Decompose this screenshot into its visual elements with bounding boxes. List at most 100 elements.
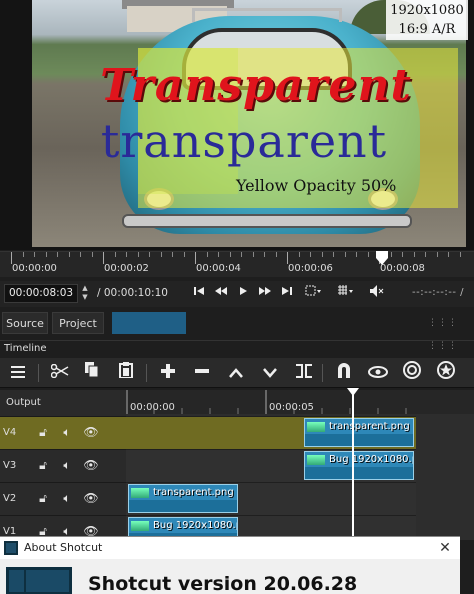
current-timecode-field[interactable]: 00:00:08:03 bbox=[4, 284, 78, 303]
video-preview[interactable]: Transparent transparent Yellow Opacity 5… bbox=[0, 0, 474, 250]
clip-v2[interactable]: transparent.png bbox=[128, 484, 238, 513]
ruler-minor-tick bbox=[160, 252, 162, 257]
ruler-minor-tick bbox=[413, 252, 415, 257]
tab-source[interactable]: Source bbox=[2, 312, 48, 334]
timeline-playhead[interactable] bbox=[352, 390, 354, 540]
ruler-minor-tick bbox=[448, 252, 449, 257]
ruler-minor-tick bbox=[229, 252, 231, 257]
transport-bar: 00:00:08:03 ▲ ▼ / 00:00:10:10 --:--:--:-… bbox=[0, 281, 474, 307]
ruler-minor-tick bbox=[344, 252, 346, 257]
track-name: V4 bbox=[3, 427, 17, 438]
ripple-icon[interactable] bbox=[400, 361, 424, 385]
fast-forward-icon[interactable] bbox=[256, 285, 274, 303]
duration-label: / 00:00:10:10 bbox=[97, 287, 168, 299]
copy-icon[interactable] bbox=[80, 361, 104, 385]
clip-thumbnail bbox=[131, 521, 149, 531]
ruler-minor-tick bbox=[310, 252, 311, 257]
ruler-minor-tick bbox=[298, 252, 300, 257]
clip-v4[interactable]: transparent.png bbox=[304, 418, 414, 447]
clip-label: Bug 1920x1080.pn bbox=[153, 520, 237, 531]
track-header-v4[interactable]: V4 🔓︎ 🔈︎ 👁︎ bbox=[0, 416, 126, 449]
ruler-minor-tick bbox=[183, 252, 185, 257]
visibility-icon[interactable]: 👁︎ bbox=[82, 423, 100, 441]
playhead-marker[interactable] bbox=[376, 251, 388, 265]
ruler-minor-tick bbox=[436, 252, 438, 257]
cut-icon[interactable] bbox=[48, 361, 72, 385]
clip-label: transparent.png bbox=[153, 487, 234, 498]
scrub-icon[interactable] bbox=[366, 361, 390, 385]
close-icon[interactable]: ✕ bbox=[432, 537, 458, 559]
car-roof-rack bbox=[192, 8, 342, 22]
tab-bar: Source Project ⋮⋮⋮ bbox=[0, 310, 474, 336]
ruler-minor-tick bbox=[252, 252, 254, 257]
ruler-label: 00:00:02 bbox=[104, 263, 149, 274]
timecode-spinner[interactable]: ▲ ▼ bbox=[79, 284, 91, 303]
rewind-icon[interactable] bbox=[212, 285, 230, 303]
ripple-all-icon[interactable] bbox=[434, 361, 458, 385]
ruler-label: 00:00:00 bbox=[12, 263, 57, 274]
mute-icon[interactable]: 🔈︎ bbox=[58, 456, 76, 474]
visibility-icon[interactable]: 👁︎ bbox=[82, 489, 100, 507]
clip-v3[interactable]: Bug 1920x1080.pn bbox=[304, 451, 414, 480]
snap-icon[interactable] bbox=[332, 361, 356, 385]
track-name: V3 bbox=[3, 460, 17, 471]
panel-grip-icon[interactable]: ⋮⋮⋮ bbox=[428, 318, 458, 328]
timeline-header: Timeline ⋮⋮⋮ bbox=[0, 340, 474, 356]
timeline-title: Timeline bbox=[4, 343, 47, 354]
tab-project[interactable]: Project bbox=[52, 312, 104, 334]
grid-icon[interactable] bbox=[336, 285, 354, 303]
lift-icon[interactable] bbox=[224, 361, 248, 385]
ruler-minor-tick bbox=[149, 252, 150, 257]
mute-icon[interactable]: 🔈︎ bbox=[58, 489, 76, 507]
shotcut-logo bbox=[6, 567, 72, 594]
play-icon[interactable] bbox=[234, 285, 252, 303]
mute-icon[interactable]: 🔈︎ bbox=[58, 423, 76, 441]
shotcut-logo-divider bbox=[24, 570, 26, 594]
volume-mute-icon[interactable] bbox=[368, 285, 386, 303]
menu-icon[interactable] bbox=[6, 361, 30, 385]
overwrite-icon[interactable] bbox=[258, 361, 282, 385]
toolbar-separator bbox=[322, 364, 323, 382]
preview-ruler[interactable]: 00:00:00 00:00:02 00:00:04 00:00:06 00:0… bbox=[0, 251, 474, 277]
tab-active-indicator[interactable] bbox=[112, 312, 186, 334]
aspect-ratio: 16:9 A/R bbox=[398, 22, 456, 37]
ruler-minor-tick bbox=[333, 252, 334, 257]
skip-to-end-icon[interactable] bbox=[278, 285, 296, 303]
zoom-icon[interactable] bbox=[304, 285, 322, 303]
remove-icon[interactable] bbox=[190, 361, 214, 385]
ruler-major-tick bbox=[11, 252, 12, 264]
ruler-major-tick bbox=[287, 252, 288, 264]
about-titlebar[interactable]: About Shotcut ✕ bbox=[0, 537, 460, 559]
ruler-minor-tick bbox=[321, 252, 323, 257]
overlay-text-red: Transparent bbox=[100, 60, 412, 111]
ruler-minor-tick bbox=[218, 252, 219, 257]
lane-v2[interactable]: transparent.png bbox=[126, 482, 416, 515]
spin-up-icon[interactable]: ▲ bbox=[79, 284, 91, 293]
ruler-minor-tick bbox=[172, 252, 173, 257]
track-name: V2 bbox=[3, 493, 17, 504]
add-icon[interactable] bbox=[156, 361, 180, 385]
lane-v4[interactable]: transparent.png bbox=[126, 416, 416, 450]
tracks-canvas[interactable]: 00:00:00 00:00:05 transparent.png Bug 19… bbox=[126, 390, 474, 548]
shotcut-app-icon bbox=[4, 541, 18, 555]
ruler-major-tick bbox=[103, 252, 104, 264]
lock-icon[interactable]: 🔓︎ bbox=[34, 456, 52, 474]
visibility-icon[interactable]: 👁︎ bbox=[82, 456, 100, 474]
split-icon[interactable] bbox=[292, 361, 316, 385]
spin-down-icon[interactable]: ▼ bbox=[79, 293, 91, 302]
paste-icon[interactable] bbox=[114, 361, 138, 385]
clip-waveform bbox=[305, 467, 413, 479]
lock-icon[interactable]: 🔓︎ bbox=[34, 489, 52, 507]
ruler-minor-tick bbox=[264, 252, 265, 257]
about-dialog: About Shotcut ✕ Shotcut version 20.06.28 bbox=[0, 536, 460, 594]
track-header-v2[interactable]: V2 🔓︎ 🔈︎ 👁︎ bbox=[0, 482, 126, 515]
timeline-ruler[interactable]: 00:00:00 00:00:05 bbox=[126, 390, 474, 414]
lock-icon[interactable]: 🔓︎ bbox=[34, 423, 52, 441]
track-header-v3[interactable]: V3 🔓︎ 🔈︎ 👁︎ bbox=[0, 449, 126, 482]
lane-v3[interactable]: Bug 1920x1080.pn bbox=[126, 449, 416, 482]
ruler-minor-tick bbox=[68, 252, 70, 257]
panel-grip-icon[interactable]: ⋮⋮⋮ bbox=[428, 341, 458, 351]
ruler-minor-tick bbox=[80, 252, 81, 257]
skip-to-start-icon[interactable] bbox=[190, 285, 208, 303]
ruler-label: 00:00:06 bbox=[288, 263, 333, 274]
